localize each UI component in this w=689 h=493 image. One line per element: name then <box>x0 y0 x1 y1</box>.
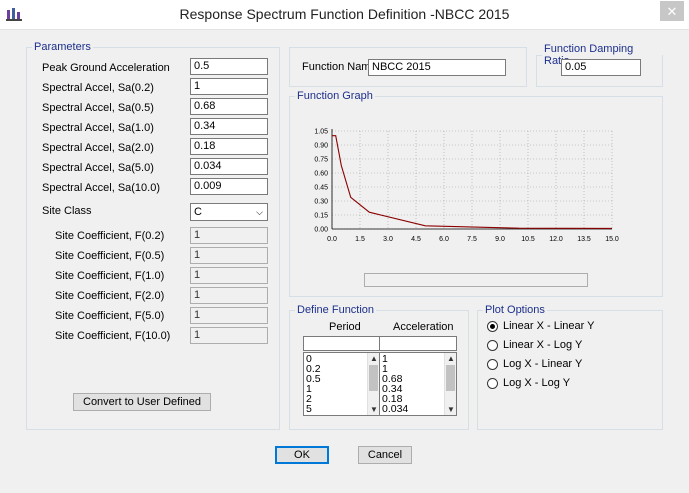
parameter-label: Spectral Accel, Sa(2.0) <box>42 142 154 154</box>
scroll-thumb[interactable] <box>446 365 455 391</box>
function-name-label: Function Name <box>302 61 377 73</box>
chevron-down-icon: ⌵ <box>256 207 263 217</box>
site-class-select[interactable]: C ⌵ <box>190 203 268 221</box>
graph-scrollbar[interactable] <box>364 273 588 287</box>
site-coefficient-label: Site Coefficient, F(2.0) <box>55 290 165 302</box>
scroll-down-icon[interactable]: ▼ <box>447 405 455 414</box>
cancel-button[interactable]: Cancel <box>358 446 412 464</box>
plot-option-label: Log X - Log Y <box>503 377 571 389</box>
parameter-input[interactable]: 0.68 <box>190 98 268 115</box>
scroll-up-icon[interactable]: ▲ <box>447 354 455 363</box>
period-header: Period <box>329 321 361 333</box>
acceleration-list-scrollbar[interactable]: ▲ ▼ <box>444 353 456 415</box>
site-coefficient-value: 1 <box>190 267 268 284</box>
function-graph-legend: Function Graph <box>297 90 373 102</box>
site-coefficient-label: Site Coefficient, F(0.2) <box>55 230 165 242</box>
plot-option-label: Linear X - Linear Y <box>503 320 595 332</box>
radio-circle[interactable] <box>487 359 498 370</box>
site-coefficient-label: Site Coefficient, F(0.5) <box>55 250 165 262</box>
acceleration-list[interactable]: 1 1 0.68 0.34 0.18 0.034 ▲ ▼ <box>379 352 457 416</box>
parameter-input[interactable]: 0.009 <box>190 178 268 195</box>
radio-circle[interactable] <box>487 340 498 351</box>
parameter-label: Spectral Accel, Sa(1.0) <box>42 122 154 134</box>
site-coefficient-value: 1 <box>190 307 268 324</box>
site-coefficient-label: Site Coefficient, F(5.0) <box>55 310 165 322</box>
period-list-scrollbar[interactable]: ▲ ▼ <box>367 353 379 415</box>
acceleration-list-item[interactable]: 0.034 <box>382 404 408 415</box>
parameter-label: Spectral Accel, Sa(10.0) <box>42 182 161 194</box>
radio-circle[interactable] <box>487 321 498 332</box>
site-coefficient-value: 1 <box>190 247 268 264</box>
plot-options-legend: Plot Options <box>485 304 545 316</box>
define-function-legend: Define Function <box>297 304 375 316</box>
site-coefficient-value: 1 <box>190 227 268 244</box>
function-name-input[interactable]: NBCC 2015 <box>368 59 506 76</box>
site-coefficient-label: Site Coefficient, F(10.0) <box>55 330 171 342</box>
period-edit-input[interactable] <box>303 336 380 351</box>
function-graph-group: Function Graph <box>289 90 663 297</box>
acceleration-edit-input[interactable] <box>379 336 457 351</box>
scroll-thumb[interactable] <box>369 365 378 391</box>
scroll-down-icon[interactable]: ▼ <box>370 405 378 414</box>
convert-to-user-defined-button[interactable]: Convert to User Defined <box>73 393 211 411</box>
radio-circle[interactable] <box>487 378 498 389</box>
plot-option-label: Linear X - Log Y <box>503 339 583 351</box>
parameter-label: Spectral Accel, Sa(0.2) <box>42 82 154 94</box>
site-coefficient-value: 1 <box>190 327 268 344</box>
parameter-label: Spectral Accel, Sa(5.0) <box>42 162 154 174</box>
parameters-legend: Parameters <box>34 41 91 53</box>
period-list-item[interactable]: 5 <box>306 404 321 415</box>
site-coefficient-label: Site Coefficient, F(1.0) <box>55 270 165 282</box>
scroll-up-icon[interactable]: ▲ <box>370 354 378 363</box>
title-bar: Response Spectrum Function Definition -N… <box>0 0 689 30</box>
site-coefficient-value: 1 <box>190 287 268 304</box>
parameter-input[interactable]: 1 <box>190 78 268 95</box>
close-button[interactable]: ✕ <box>660 1 684 21</box>
ok-button[interactable]: OK <box>275 446 329 464</box>
site-class-value: C <box>194 206 202 218</box>
close-icon: ✕ <box>666 4 678 19</box>
parameter-input[interactable]: 0.34 <box>190 118 268 135</box>
plot-option-label: Log X - Linear Y <box>503 358 583 370</box>
damping-ratio-input[interactable]: 0.05 <box>561 59 641 76</box>
parameter-input[interactable]: 0.5 <box>190 58 268 75</box>
acceleration-header: Acceleration <box>393 321 454 333</box>
window-title: Response Spectrum Function Definition -N… <box>179 6 510 22</box>
parameter-label: Peak Ground Acceleration <box>42 62 170 74</box>
parameter-input[interactable]: 0.18 <box>190 138 268 155</box>
parameter-input[interactable]: 0.034 <box>190 158 268 175</box>
site-class-label: Site Class <box>42 205 92 217</box>
period-list[interactable]: 0 0.2 0.5 1 2 5 ▲ ▼ <box>303 352 380 416</box>
parameter-label: Spectral Accel, Sa(0.5) <box>42 102 154 114</box>
